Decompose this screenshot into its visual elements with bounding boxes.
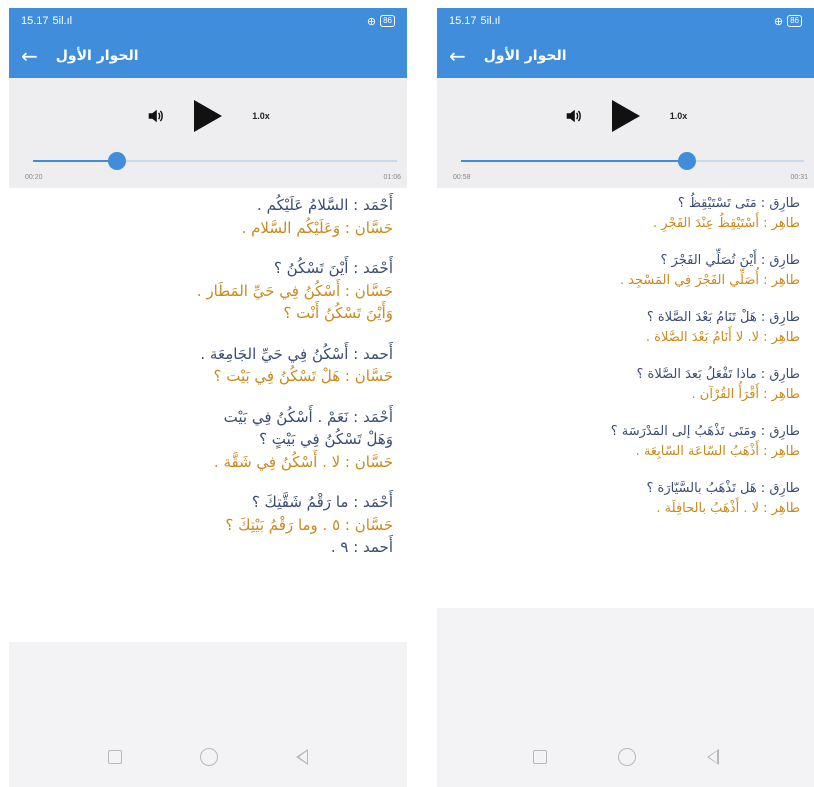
total-time: 00:31 [790,174,808,181]
status-right: ⊕ 86 [774,15,802,28]
dialogue-line: طارِق : هَلْ تَنَامُ بَعْدَ الصَّلاة ؟ [646,310,800,325]
dialogue-line: أَحْمَد : نَعَمْ . أَسْكُنُ فِي بَيْت [223,407,393,426]
dialogue-text: أَحْمَد : السَّلامُ عَلَيْكُم . حَسَّان :… [9,188,407,642]
signal-icon: 5il.ıl [52,15,73,27]
dialogue-line: حَسَّان : أَسْكُنُ فِي حَيِّ المَطَار . [196,281,393,300]
dialogue-line: وَأَيْنَ تَسْكُنُ أَنْت ؟ [283,304,393,322]
dialogue-line: طاهِر : لا . أَذْهَبُ بالحافِلَة . [656,500,800,516]
dialogue-line: أَحْمَد : أَيْنَ تَسْكُنُ ؟ [273,259,393,277]
status-left: 15.17 5il.ıl [449,15,500,27]
dialogue-block: أَحمد : أَسْكُنُ فِي حَيِّ الجَامِعَة . ح… [13,343,393,388]
dialogue-block: طارِق : هَلْ تَنَامُ بَعْدَ الصَّلاة ؟ طا… [441,308,800,347]
square-icon[interactable] [532,750,547,764]
elapsed-time: 00:58 [453,174,471,181]
battery-icon: 86 [380,15,395,27]
total-time: 01:06 [383,174,401,181]
dialogue-line: طارِق : ومَتَى تَذْهَبُ إلى المَدْرَسَة … [610,424,800,439]
dialogue-block: طارِق : مَتَى تَسْتَيْقِظُ ؟ طاهِر : أَسْ… [441,194,800,233]
phone-screen-left: 15.17 5il.ıl ⊕ 86 ← الحوار الأول 1.0x 00… [9,8,407,787]
status-time: 15.17 [21,15,49,27]
status-bar: 15.17 5il.ıl ⊕ 86 [437,8,814,34]
page-title: الحوار الأول [483,48,567,64]
seek-slider[interactable] [33,152,397,170]
seek-thumb[interactable] [107,152,126,170]
dialogue-block: طارِق : ومَتَى تَذْهَبُ إلى المَدْرَسَة … [441,422,800,461]
play-icon[interactable] [611,100,640,132]
audio-player: 1.0x 00:20 01:06 [9,78,407,188]
screenshot-stage: 15.17 5il.ıl ⊕ 86 ← الحوار الأول 1.0x 00… [0,0,814,787]
dialogue-line: طاهِر : أَذْهَبُ السّاعَة السّابِعَة . [635,443,800,459]
dialogue-text: طارِق : مَتَى تَسْتَيْقِظُ ؟ طاهِر : أَسْ… [437,188,814,608]
dialogue-line: طارِق : ماذا تَفْعَلُ بَعدَ الصَّلاة ؟ [636,367,800,382]
dialogue-block: أَحْمَد : أَيْنَ تَسْكُنُ ؟ حَسَّان : أَس… [13,257,393,325]
seek-thumb[interactable] [678,152,697,170]
player-controls: 1.0x [437,100,814,132]
dialogue-line: أَحْمَد : السَّلامُ عَلَيْكُم . [257,196,393,214]
play-icon[interactable] [194,100,223,132]
circle-icon[interactable] [200,748,218,766]
square-icon[interactable] [108,750,122,764]
status-right: ⊕ 86 [367,15,395,28]
elapsed-time: 00:20 [25,174,43,181]
triangle-back-icon[interactable] [296,749,308,765]
speed-button[interactable]: 1.0x [670,111,688,121]
dialogue-line: أَحمد : أَسْكُنُ فِي حَيِّ الجَامِعَة . [200,344,393,363]
dialogue-line: طاهِر : أَسْتَيْقِظُ عِنْدَ الفَجْرِ . [653,215,800,231]
audio-player: 1.0x 00:58 00:31 [437,78,814,188]
dialogue-line: أَحْمَد : ما رَقْمُ شَقَّتِكَ ؟ [251,493,393,511]
seek-progress [461,160,688,162]
dialogue-line: طارِق : مَتَى تَسْتَيْقِظُ ؟ [677,196,800,211]
status-time: 15.17 [449,15,477,27]
arrow-left-icon[interactable]: ← [21,46,38,66]
dialogue-line: حَسَّان : ٥ . وما رَقْمُ بَيْتِكَ ؟ [225,515,393,534]
phone-screen-right: 15.17 5il.ıl ⊕ 86 ← الحوار الأول 1.0x 00… [437,8,814,787]
dialogue-line: طارِق : هَل تَذْهَبُ بالسَّيّارَة ؟ [646,481,801,496]
dialogue-block: طارِق : ماذا تَفْعَلُ بَعدَ الصَّلاة ؟ طا… [441,365,800,404]
dialogue-block: أَحْمَد : السَّلامُ عَلَيْكُم . حَسَّان :… [13,194,393,239]
arrow-left-icon[interactable]: ← [449,46,466,66]
dialogue-block: طارِق : أَيْنَ تُصَلِّي الفَجْرَ ؟ طاهِر … [441,251,800,290]
page-title: الحوار الأول [55,48,139,64]
speed-button[interactable]: 1.0x [252,111,270,121]
location-icon: ⊕ [366,15,377,28]
dialogue-line: وَهَلْ تَسْكُنُ فِي بَيْتٍ ؟ [259,430,393,448]
circle-icon[interactable] [617,748,636,766]
dialogue-line: طارِق : أَيْنَ تُصَلِّي الفَجْرَ ؟ [660,253,800,268]
status-bar: 15.17 5il.ıl ⊕ 86 [9,8,407,34]
dialogue-block: أَحْمَد : ما رَقْمُ شَقَّتِكَ ؟ حَسَّان :… [13,491,393,559]
dialogue-line: أَحمد : ٩ . [330,538,393,556]
dialogue-line: حَسَّان : وَعَلَيْكُم السَّلام . [241,218,393,237]
player-controls: 1.0x [9,100,407,132]
signal-icon: 5il.ıl [480,15,501,27]
location-icon: ⊕ [773,15,784,28]
system-nav-bar [437,727,814,787]
dialogue-block: أَحْمَد : نَعَمْ . أَسْكُنُ فِي بَيْت وَه… [13,406,393,474]
dialogue-line: طاهِر : لا. لا أَنَامُ بَعْدَ الصَّلاة . [645,329,800,345]
dialogue-line: حَسَّان : لا . أَسْكُنُ فِي شَقَّة . [213,452,393,471]
dialogue-line: طاهِر : أَقْرَأُ القُرْآن . [691,386,800,402]
dialogue-block: طارِق : هَل تَذْهَبُ بالسَّيّارَة ؟ طاهِر… [441,479,801,518]
triangle-back-icon[interactable] [706,749,719,765]
battery-icon: 86 [787,15,802,27]
speaker-icon[interactable] [564,107,582,125]
app-bar: ← الحوار الأول [437,34,814,78]
seek-progress [33,160,117,162]
dialogue-line: طاهِر : أُصَلِّي الفَجْرَ فِي المَسْجِد … [619,272,800,288]
status-left: 15.17 5il.ıl [21,15,72,27]
seek-slider[interactable] [461,152,804,170]
app-bar: ← الحوار الأول [9,34,407,78]
speaker-icon[interactable] [146,107,164,125]
dialogue-line: حَسَّان : هَلْ تَسْكُنُ فِي بَيْت ؟ [213,367,394,385]
system-nav-bar [9,727,407,787]
